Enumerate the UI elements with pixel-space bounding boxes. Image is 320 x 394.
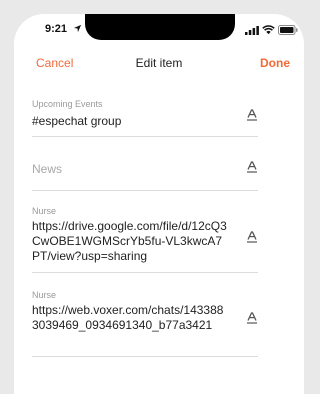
done-button[interactable]: Done <box>260 56 290 70</box>
notch <box>85 14 235 40</box>
text-format-icon[interactable] <box>246 231 258 243</box>
field-value-input[interactable]: https://web.voxer.com/chats/143388303946… <box>32 303 230 333</box>
text-format-icon[interactable] <box>246 312 258 324</box>
wifi-icon <box>262 25 275 35</box>
field-value-input[interactable]: #espechat group <box>32 114 230 129</box>
field-upcoming-events[interactable]: Upcoming Events #espechat group <box>32 84 258 137</box>
status-time: 9:21 <box>45 23 68 35</box>
text-format-icon[interactable] <box>246 161 258 173</box>
field-news[interactable]: News <box>32 136 258 191</box>
field-placeholder-input[interactable]: News <box>32 162 62 176</box>
field-value-input[interactable]: https://drive.google.com/file/d/12cQ3CwO… <box>32 219 230 264</box>
field-nurse-2[interactable]: Nurse https://web.voxer.com/chats/143388… <box>32 272 258 357</box>
battery-icon <box>278 25 298 35</box>
field-label: Upcoming Events <box>32 99 103 109</box>
field-label: Nurse <box>32 206 57 216</box>
field-nurse-1[interactable]: Nurse https://drive.google.com/file/d/12… <box>32 190 258 273</box>
status-bar: 9:21 <box>14 14 304 46</box>
text-format-icon[interactable] <box>246 109 258 121</box>
navigation-bar: Cancel Edit item Done <box>14 46 304 76</box>
location-arrow-icon <box>73 24 82 33</box>
cellular-signal-icon <box>245 26 259 35</box>
field-label: Nurse <box>32 290 57 300</box>
